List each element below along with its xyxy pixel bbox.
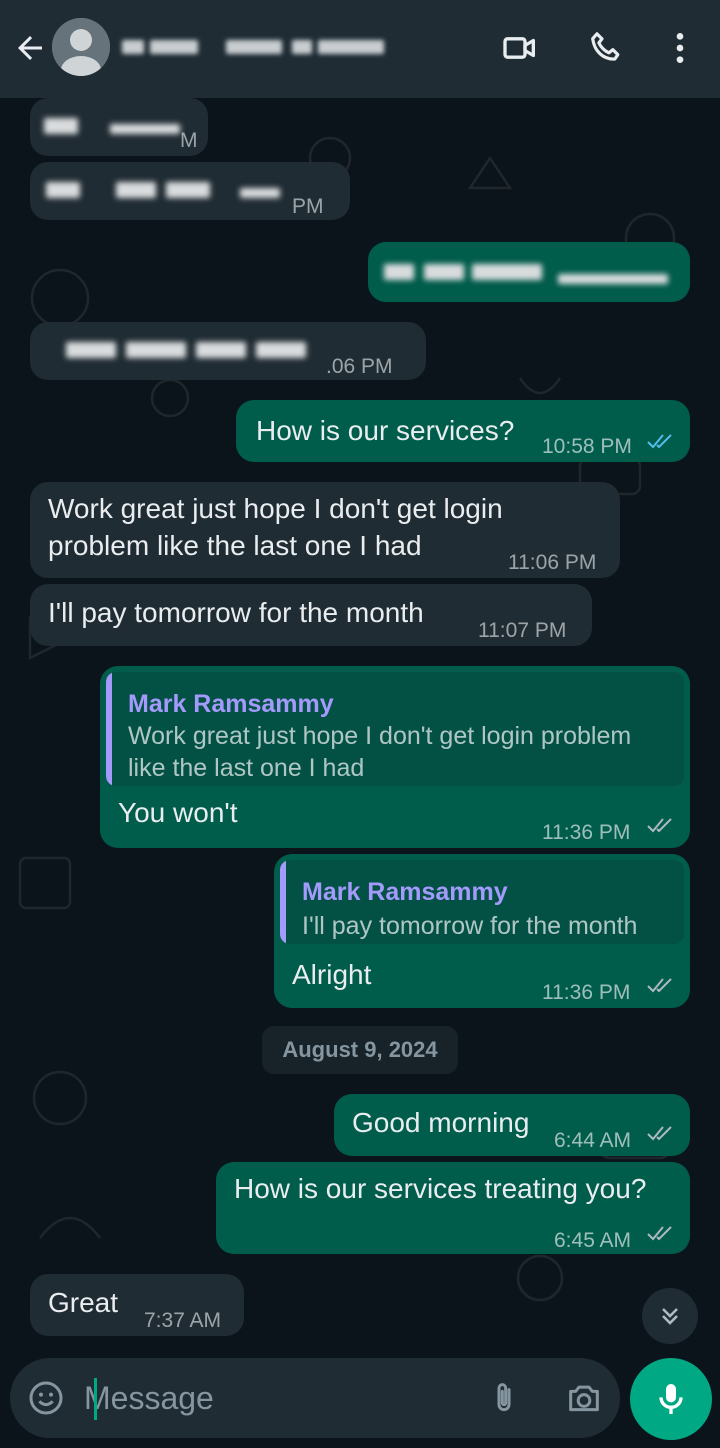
message-bubble-outgoing[interactable]: Good morning 6:44 AM: [334, 1094, 690, 1156]
message-text-line: Work great just hope I don't get login: [48, 493, 503, 524]
message-text: I'll pay tomorrow for the month: [48, 597, 424, 628]
message-time: .06 PM: [326, 355, 393, 378]
quote-author: Mark Ramsammy: [128, 690, 334, 718]
quote-text-line: Work great just hope I don't get login p…: [128, 722, 632, 750]
message-composer: [10, 1358, 620, 1438]
message-text-line: problem like the last one I had: [48, 530, 422, 561]
message-time: 10:58 PM: [542, 435, 632, 458]
quote-text-line: like the last one I had: [128, 754, 365, 782]
quote-bar: [280, 860, 286, 944]
quote-text-line: I'll pay tomorrow for the month: [302, 912, 638, 940]
message-time: 11:06 PM: [508, 551, 597, 574]
delivered-ticks-icon: [647, 1126, 672, 1141]
delivered-ticks-icon: [647, 978, 672, 993]
avatar-icon[interactable]: [52, 18, 110, 76]
quote-bar: [106, 672, 112, 786]
camera-icon[interactable]: [564, 1378, 604, 1418]
quoted-message[interactable]: Mark Ramsammy Work great just hope I don…: [106, 672, 684, 786]
message-bubble-incoming[interactable]: I'll pay tomorrow for the month 11:07 PM: [30, 584, 592, 646]
double-chevron-down-icon: [662, 1308, 678, 1325]
message-time: 7:37 AM: [144, 1309, 222, 1332]
message-text: Good morning: [352, 1107, 530, 1138]
voice-message-button[interactable]: [630, 1358, 712, 1440]
message-time: 11:07 PM: [478, 619, 567, 642]
message-bubble-outgoing[interactable]: [368, 242, 690, 302]
delivered-ticks-icon: [647, 818, 672, 833]
message-time: 11:36 PM: [542, 821, 631, 844]
message-bubble-incoming[interactable]: M: [30, 98, 208, 156]
message-text: How is our services?: [256, 415, 515, 446]
message-time: 6:44 AM: [554, 1129, 632, 1152]
message-bubble-outgoing[interactable]: How is our services treating you? 6:45 A…: [216, 1162, 690, 1254]
message-text: Alright: [292, 959, 372, 990]
chat-area[interactable]: M PM .06 PM How is our services? 10:58 P…: [0, 98, 720, 1350]
video-call-icon[interactable]: [500, 28, 540, 68]
message-bubble-incoming[interactable]: PM: [30, 162, 350, 220]
emoji-icon[interactable]: [26, 1378, 66, 1418]
contact-name-redacted: [122, 34, 392, 60]
chat-header: [0, 0, 720, 98]
message-bubble-outgoing-reply[interactable]: Mark Ramsammy Work great just hope I don…: [100, 666, 690, 848]
message-time: M: [180, 129, 198, 152]
text-caret: [94, 1378, 97, 1420]
quoted-message[interactable]: Mark Ramsammy I'll pay tomorrow for the …: [280, 860, 684, 944]
read-ticks-icon: [647, 434, 672, 449]
back-arrow-icon[interactable]: [12, 30, 48, 66]
message-text: How is our services treating you?: [234, 1173, 647, 1204]
date-separator: August 9, 2024: [262, 1026, 458, 1074]
message-text: You won't: [118, 797, 238, 828]
attach-icon[interactable]: [484, 1378, 524, 1418]
mic-icon: [659, 1384, 683, 1414]
message-bubble-outgoing-reply[interactable]: Mark Ramsammy I'll pay tomorrow for the …: [274, 854, 690, 1008]
message-input[interactable]: [84, 1372, 464, 1424]
message-bubble-incoming[interactable]: .06 PM: [30, 322, 426, 380]
scroll-to-bottom-button[interactable]: [642, 1288, 698, 1344]
delivered-ticks-icon: [647, 1226, 672, 1241]
message-time: PM: [292, 195, 324, 218]
voice-call-icon[interactable]: [586, 28, 626, 68]
message-bubble-outgoing[interactable]: How is our services? 10:58 PM: [236, 400, 690, 462]
message-bubble-incoming[interactable]: Great 7:37 AM: [30, 1274, 244, 1336]
message-text: Great: [48, 1287, 119, 1318]
message-time: 11:36 PM: [542, 981, 631, 1004]
message-bubble-incoming[interactable]: Work great just hope I don't get login p…: [30, 482, 620, 578]
quote-author: Mark Ramsammy: [302, 878, 508, 906]
message-time: 6:45 AM: [554, 1229, 632, 1252]
more-options-icon[interactable]: [660, 28, 700, 68]
